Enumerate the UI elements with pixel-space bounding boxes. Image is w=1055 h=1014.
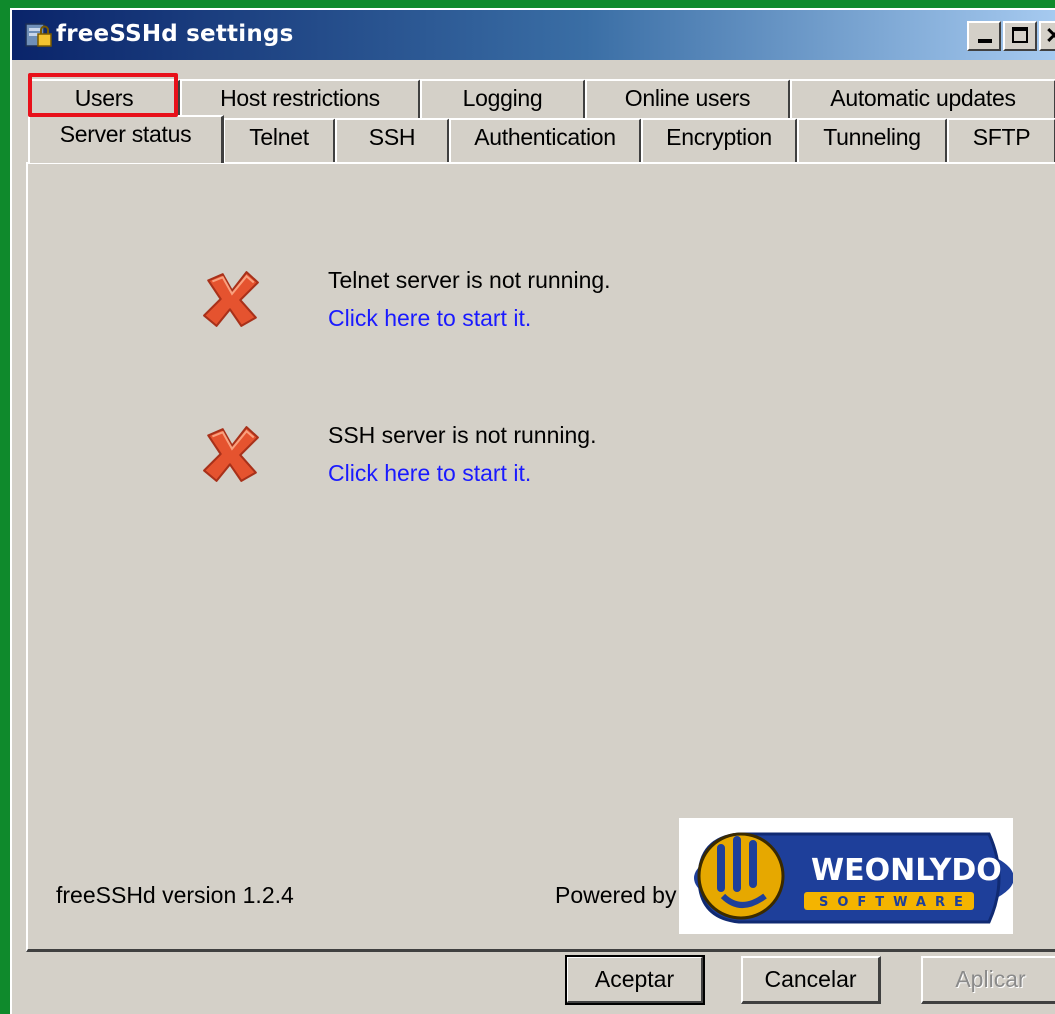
maximize-icon (1012, 27, 1028, 43)
logo-text: WEONLYDO (811, 853, 1002, 888)
version-label: freeSSHd version 1.2.4 (56, 882, 294, 908)
red-x-icon (203, 426, 259, 482)
settings-window: freeSSHd settings ✕ Users Host restricti… (10, 8, 1055, 1014)
apply-button[interactable]: Aplicar (921, 956, 1055, 1004)
title-bar[interactable]: freeSSHd settings ✕ (12, 10, 1055, 60)
tab-tunneling[interactable]: Tunneling (797, 118, 948, 162)
logo-graphic: WEONLYDO SOFTWARE (694, 832, 1014, 924)
tab-encryption[interactable]: Encryption (641, 118, 798, 162)
tab-ssh[interactable]: SSH (335, 118, 450, 162)
cancel-button[interactable]: Cancelar (741, 956, 881, 1004)
weonlydo-logo[interactable]: WEONLYDO SOFTWARE (679, 818, 1014, 934)
ssh-status-text: SSH server is not running. (328, 422, 597, 448)
tab-host-restrictions[interactable]: Host restrictions (180, 79, 421, 119)
window-title: freeSSHd settings (56, 21, 294, 47)
logo-subtext: SOFTWARE (819, 895, 972, 910)
red-x-icon (203, 271, 259, 327)
minimize-icon (978, 39, 992, 43)
tab-sftp[interactable]: SFTP (947, 118, 1055, 162)
minimize-button[interactable] (967, 21, 1001, 51)
tab-logging[interactable]: Logging (420, 79, 586, 119)
accept-button[interactable]: Aceptar (565, 955, 705, 1005)
close-icon: ✕ (1045, 23, 1055, 48)
powered-by-label: Powered by (555, 882, 677, 908)
ssh-start-link[interactable]: Click here to start it. (328, 460, 531, 487)
telnet-status-text: Telnet server is not running. (328, 267, 611, 293)
tab-automatic-updates[interactable]: Automatic updates (790, 79, 1055, 119)
tab-telnet[interactable]: Telnet (223, 118, 336, 162)
telnet-start-link[interactable]: Click here to start it. (328, 305, 531, 332)
users-tab-highlight (28, 73, 178, 117)
app-icon (25, 23, 52, 47)
tab-server-status[interactable]: Server status (28, 115, 224, 163)
tab-online-users[interactable]: Online users (585, 79, 791, 119)
tab-authentication[interactable]: Authentication (449, 118, 642, 162)
close-button[interactable]: ✕ (1039, 21, 1055, 51)
maximize-button[interactable] (1003, 21, 1037, 51)
